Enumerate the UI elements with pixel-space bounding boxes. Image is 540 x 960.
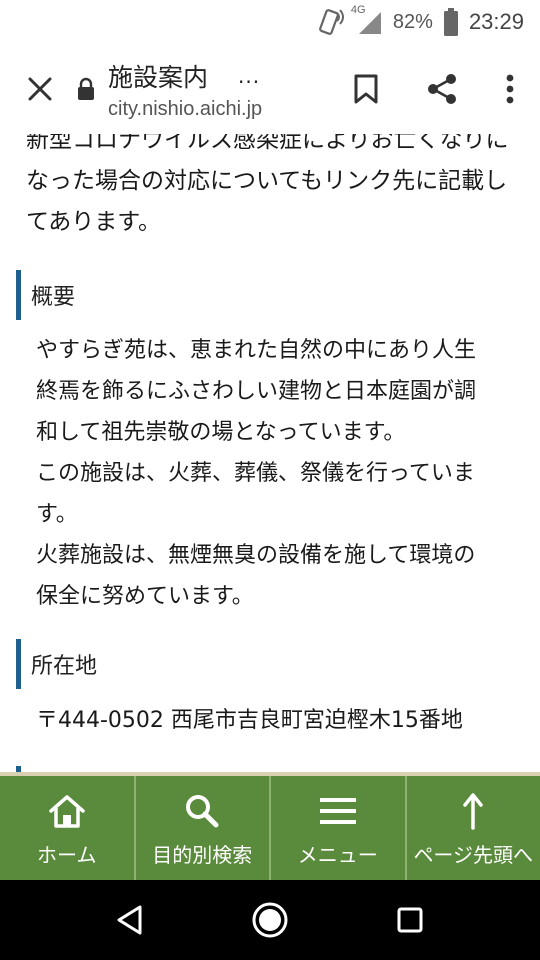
recents-square-icon [397,907,423,933]
home-system-button[interactable] [240,890,300,950]
section-heading-overview: 概要 [16,270,75,320]
address-text: 〒444-0502 西尾市吉良町宮迫樫木15番地 [36,708,463,733]
body-line: 保全に努めています。 [36,584,254,609]
share-button[interactable] [404,44,480,134]
nav-page-top-button[interactable]: ページ先頭へ [407,776,540,880]
lock-icon [74,77,98,101]
title-ellipsis: ... [238,63,261,88]
nav-menu-button[interactable]: メニュー [271,776,407,880]
nav-home-label: ホーム [37,842,97,867]
section-body-overview: やすらぎ苑は、恵まれた自然の中にあり人生 終焉を飾るにふさわしい建物と日本庭園が… [36,330,516,617]
body-line: す。 [36,502,78,527]
close-icon [28,77,52,101]
bookmark-icon [354,74,378,104]
section-heading-location: 所在地 [16,639,97,689]
nav-menu-label: メニュー [297,842,378,867]
body-line: やすらぎ苑は、恵まれた自然の中にあり人生 [36,338,477,363]
nav-home-button[interactable]: ホーム [0,776,136,880]
intro-line: なった場合の対応についてもリンク先に記載し [26,168,508,194]
body-line: 和して祖先崇敬の場となっています。 [36,420,406,445]
back-triangle-icon [117,905,142,935]
body-line: 火葬施設は、無煙無臭の設備を施して環境の [36,543,476,568]
nav-search-label: 目的別検索 [152,842,253,867]
body-line: 終焉を飾るにふさわしい建物と日本庭園が調 [36,379,477,404]
share-icon [428,74,456,104]
page-url: city.nishio.aichi.jp [108,97,263,120]
status-time: 23:29 [468,9,524,34]
arrow-up-icon [461,789,485,833]
network-type: 4G [350,4,366,16]
battery-percent: 82% [392,10,433,33]
system-navigation-bar [0,880,540,960]
search-icon [184,789,220,833]
browser-toolbar: 施設案内 ... city.nishio.aichi.jp [0,44,540,134]
signal-icon: 4G [351,4,383,36]
intro-line: てあります。 [26,209,162,235]
status-bar: 4G 82% 23:29 [0,0,540,44]
back-button[interactable] [100,890,160,950]
page-info[interactable]: 施設案内 ... city.nishio.aichi.jp [108,58,328,121]
home-icon [47,789,87,833]
bookmark-button[interactable] [328,44,404,134]
battery-icon [443,8,459,36]
close-button[interactable] [0,44,80,134]
nav-search-button[interactable]: 目的別検索 [136,776,271,880]
intro-line: 新型コロナウイルス感染症によりお亡くなりに [26,134,509,153]
recents-button[interactable] [380,890,440,950]
section-body-location: 〒444-0502 西尾市吉良町宮迫樫木15番地 [36,700,516,741]
home-circle-icon [252,902,288,938]
page-title: 施設案内 [108,62,209,92]
page-content: 新型コロナウイルス感染症によりお亡くなりに なった場合の対応についてもリンク先に… [0,134,540,772]
menu-icon [319,789,357,833]
bottom-navigation: ホーム 目的別検索 メニュー ページ先頭へ [0,772,540,880]
vibrate-icon [315,7,345,37]
intro-text: 新型コロナウイルス感染症によりお亡くなりに なった場合の対応についてもリンク先に… [26,134,526,243]
nav-page-top-label: ページ先頭へ [413,842,534,867]
body-line: この施設は、火葬、葬儀、祭儀を行っていま [36,461,475,486]
overflow-menu-button[interactable] [480,44,540,134]
more-vert-icon [506,74,514,104]
